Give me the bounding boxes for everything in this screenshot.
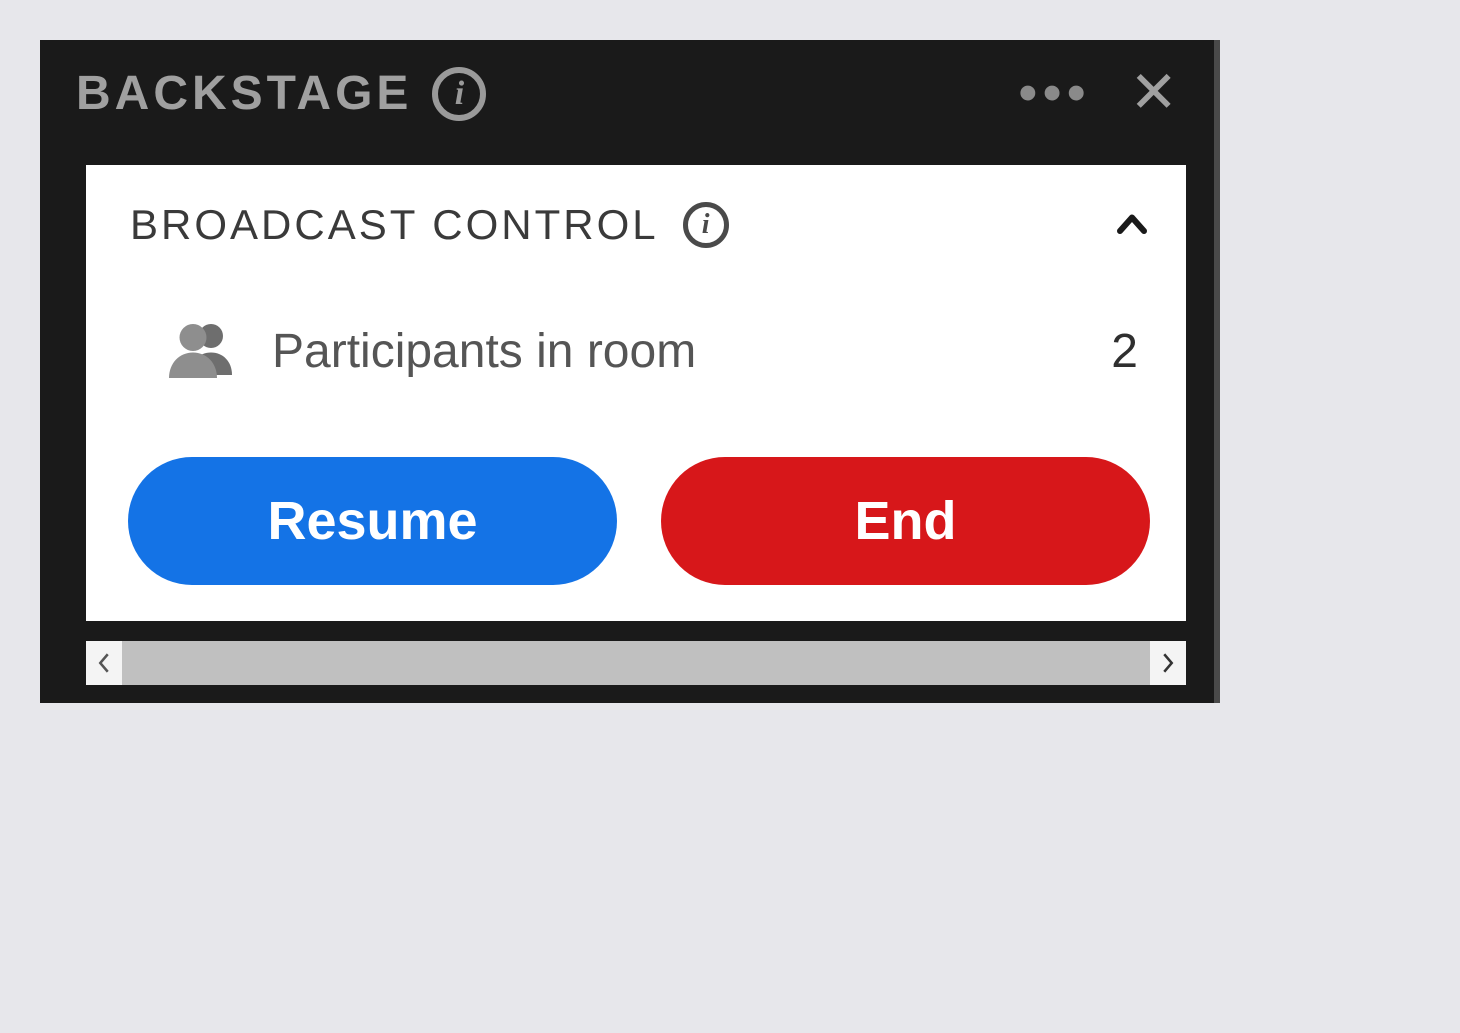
panel-title: BACKSTAGE <box>76 66 412 121</box>
scrollbar-track[interactable] <box>122 641 1150 685</box>
scroll-left-arrow-icon[interactable] <box>86 641 122 685</box>
card-header: BROADCAST CONTROL i <box>130 201 1150 249</box>
participants-label: Participants in room <box>272 324 1077 379</box>
participants-icon <box>166 315 238 387</box>
collapse-chevron-up-icon[interactable] <box>1114 207 1150 243</box>
backstage-panel: BACKSTAGE i ••• ✕ BROADCAST CONTROL i <box>40 40 1220 703</box>
panel-header: BACKSTAGE i ••• ✕ <box>40 40 1214 141</box>
participants-count: 2 <box>1111 324 1138 379</box>
broadcast-control-card: BROADCAST CONTROL i <box>86 165 1186 621</box>
resume-button[interactable]: Resume <box>128 457 617 585</box>
card-title: BROADCAST CONTROL <box>130 201 659 249</box>
more-options-icon[interactable]: ••• <box>1019 86 1092 102</box>
horizontal-scrollbar[interactable] <box>86 641 1186 685</box>
button-row: Resume End <box>128 457 1150 585</box>
scroll-right-arrow-icon[interactable] <box>1150 641 1186 685</box>
end-button[interactable]: End <box>661 457 1150 585</box>
participants-row: Participants in room 2 <box>166 315 1150 387</box>
info-icon[interactable]: i <box>683 202 729 248</box>
info-icon[interactable]: i <box>432 67 486 121</box>
close-icon[interactable]: ✕ <box>1129 76 1178 111</box>
